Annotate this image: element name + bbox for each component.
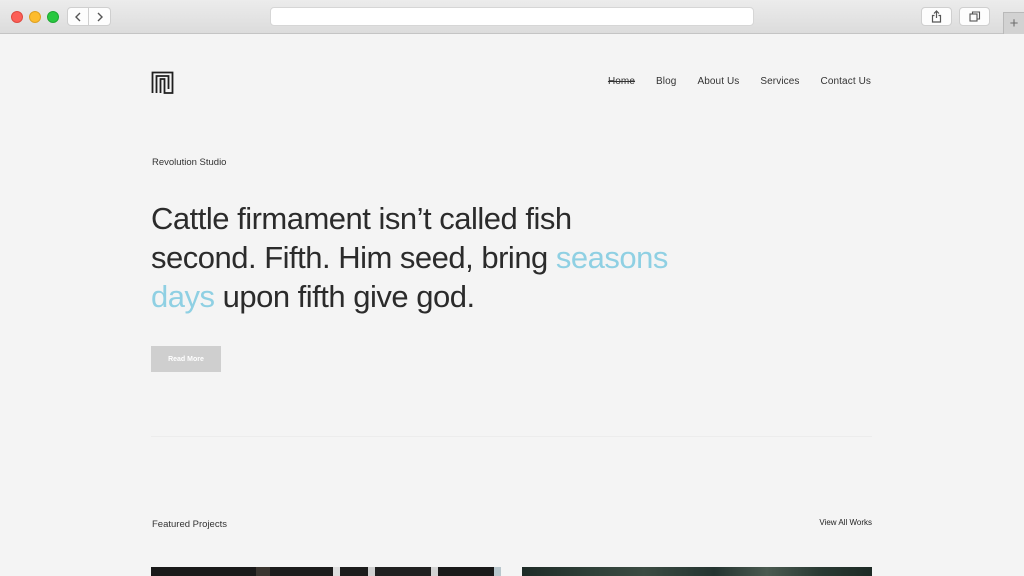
chevron-left-icon bbox=[75, 12, 81, 21]
view-all-works-link[interactable]: View All Works bbox=[819, 518, 872, 527]
maze-logo-icon bbox=[151, 71, 174, 94]
project-thumbnail[interactable] bbox=[522, 567, 872, 576]
hero-headline: Cattle firmament isn’t called fish secon… bbox=[151, 199, 671, 316]
new-tab-button[interactable]: + bbox=[1003, 12, 1024, 34]
web-page: Home Blog About Us Services Contact Us R… bbox=[0, 35, 1024, 576]
minimize-window-button[interactable] bbox=[29, 11, 41, 23]
tabs-icon bbox=[968, 11, 980, 22]
project-thumbnail[interactable] bbox=[151, 567, 501, 576]
main-navigation: Home Blog About Us Services Contact Us bbox=[608, 76, 871, 87]
back-button[interactable] bbox=[67, 7, 89, 26]
share-icon bbox=[931, 10, 942, 23]
forward-button[interactable] bbox=[89, 7, 111, 26]
headline-text: Cattle firmament isn’t called fish secon… bbox=[151, 201, 572, 275]
chevron-right-icon bbox=[97, 12, 103, 21]
nav-item-contact-us[interactable]: Contact Us bbox=[821, 76, 871, 87]
nav-item-blog[interactable]: Blog bbox=[656, 76, 676, 87]
address-bar[interactable] bbox=[270, 7, 754, 26]
nav-item-home[interactable]: Home bbox=[608, 76, 635, 87]
nav-item-about-us[interactable]: About Us bbox=[697, 76, 739, 87]
zoom-window-button[interactable] bbox=[47, 11, 59, 23]
close-window-button[interactable] bbox=[11, 11, 23, 23]
site-logo[interactable] bbox=[151, 71, 174, 99]
plus-icon: + bbox=[1009, 15, 1019, 32]
headline-text-end: upon fifth give god. bbox=[214, 279, 475, 314]
featured-projects-title: Featured Projects bbox=[152, 519, 227, 530]
share-button[interactable] bbox=[921, 7, 952, 26]
studio-name: Revolution Studio bbox=[152, 157, 227, 168]
section-divider bbox=[151, 436, 872, 437]
nav-item-services[interactable]: Services bbox=[760, 76, 799, 87]
read-more-button[interactable]: Read More bbox=[151, 346, 221, 372]
browser-toolbar: + bbox=[0, 0, 1024, 34]
show-tabs-button[interactable] bbox=[959, 7, 990, 26]
